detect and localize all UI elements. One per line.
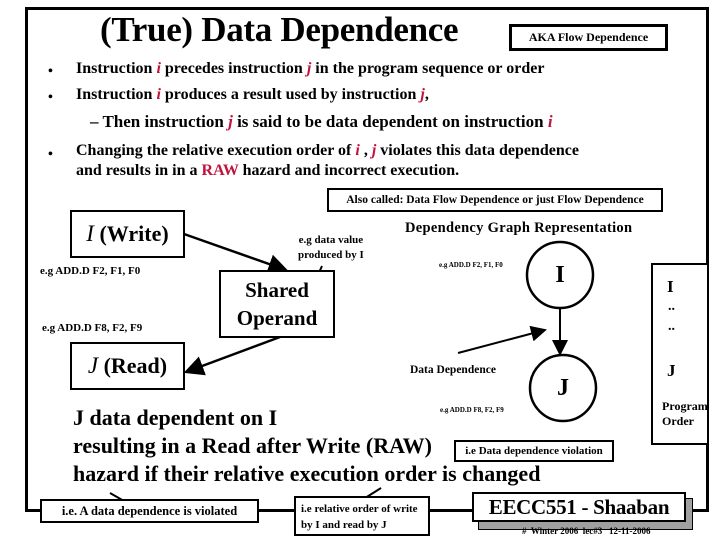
- program-order-top: I: [667, 277, 674, 296]
- shared-operand-line-2: Operand: [236, 306, 318, 330]
- program-order-label-line-1: Program: [662, 399, 708, 413]
- graph-edge-label: Data Dependence: [410, 364, 496, 376]
- graph-example-j: e.g ADD.D F8, F2, F9: [440, 406, 504, 414]
- edge-label-pointer: [457, 325, 547, 354]
- graph-node-i: I: [555, 261, 565, 288]
- violated-callout: i.e. A data dependence is violated: [40, 499, 259, 523]
- write-node-box: I (Write): [70, 210, 185, 258]
- write-node-label: (Write): [93, 221, 169, 246]
- read-node-var: J: [87, 353, 99, 378]
- graph-example-i: e.g ADD.D F2, F1, F0: [439, 261, 503, 269]
- summary-line-1: J data dependent on I: [73, 405, 278, 430]
- relative-order-callout: i.e relative order of write by I and rea…: [294, 496, 430, 536]
- program-order-bottom: J: [667, 361, 676, 380]
- footer-meta: # Winter 2006 lec#3 12-11-2006: [522, 526, 651, 536]
- operand-to-read-arrow: [183, 335, 281, 376]
- shared-operand-line-1: Shared: [245, 278, 309, 302]
- relative-order-line-2: by I and read by J: [301, 519, 387, 531]
- program-order-dots-2: ..: [668, 319, 675, 334]
- summary-line-3: hazard if their relative execution order…: [73, 461, 541, 486]
- write-example: e.g ADD.D F2, F1, F0: [40, 265, 141, 277]
- graph-node-j: J: [557, 374, 569, 401]
- shared-operand-box: Shared Operand: [219, 270, 335, 338]
- program-order-label-line-2: Order: [662, 414, 694, 428]
- read-example: e.g ADD.D F8, F2, F9: [42, 322, 143, 334]
- write-node-var: I: [86, 221, 94, 246]
- read-node-label: (Read): [98, 353, 168, 378]
- summary-line-2: resulting in a Read after Write (RAW): [73, 433, 432, 458]
- graph-title: Dependency Graph Representation: [405, 220, 633, 236]
- ie-violation-box: i.e Data dependence violation: [454, 440, 614, 462]
- read-node-box: J (Read): [70, 342, 185, 390]
- shared-note-line-2: produced by I: [298, 249, 364, 261]
- footer-badge: EECC551 - Shaaban: [472, 492, 686, 522]
- write-to-operand-arrow: [183, 232, 289, 274]
- program-order-box: I .. .. J Program Order: [651, 263, 709, 445]
- relative-order-line-1: i.e relative order of write: [301, 503, 418, 515]
- program-order-label: Program Order: [662, 399, 708, 429]
- shared-note-line-1: e.g data value: [298, 234, 364, 246]
- program-order-dots-1: ..: [668, 299, 675, 314]
- shared-note: e.g data value produced by I: [298, 233, 364, 263]
